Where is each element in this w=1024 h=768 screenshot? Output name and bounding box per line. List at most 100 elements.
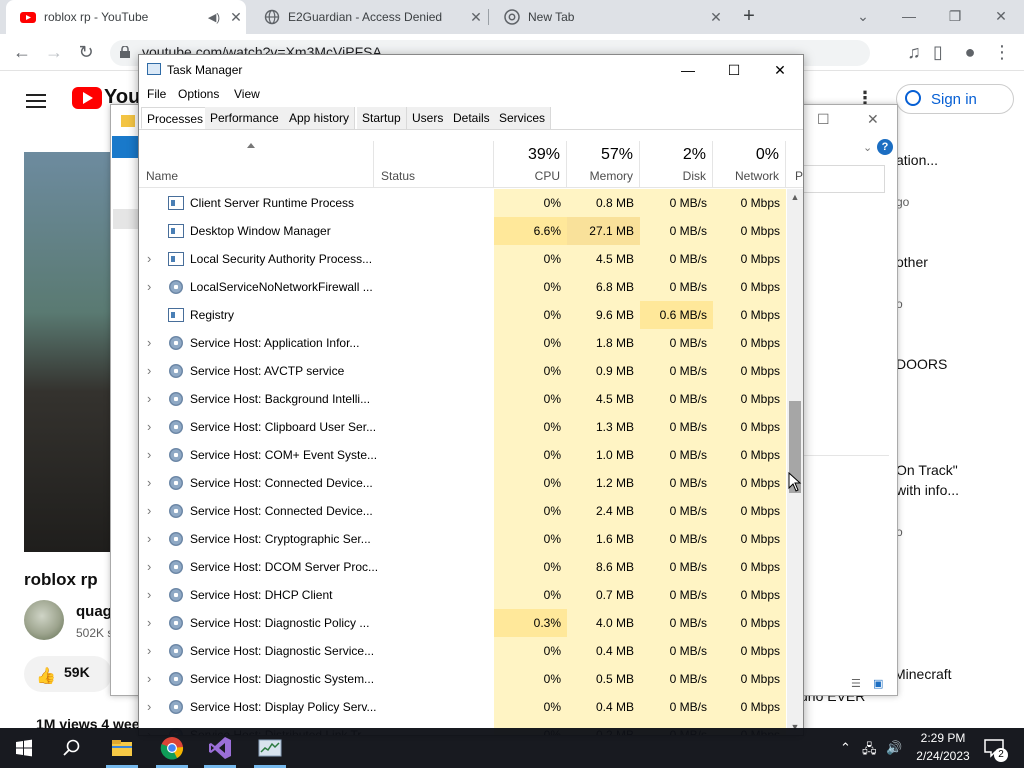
expand-chevron-icon[interactable]: › bbox=[147, 609, 151, 636]
expand-chevron-icon[interactable]: › bbox=[147, 329, 151, 356]
process-row[interactable]: › Service Host: DHCP Client 0% 0.7 MB 0 MB/s… bbox=[139, 581, 787, 609]
related-video-title[interactable]: ation... bbox=[896, 152, 938, 168]
process-row[interactable]: › Service Host: Background Intelli... 0% 4.… bbox=[139, 385, 787, 413]
expand-chevron-icon[interactable]: › bbox=[147, 637, 151, 664]
related-video-title[interactable]: with info... bbox=[896, 482, 959, 498]
close-icon[interactable]: ✕ bbox=[867, 111, 879, 128]
process-row[interactable]: › Service Host: Cryptographic Ser... 0% 1.6… bbox=[139, 525, 787, 553]
new-tab-button[interactable]: + bbox=[738, 6, 760, 28]
expand-chevron-icon[interactable]: › bbox=[147, 273, 151, 300]
maximize-button[interactable]: ☐ bbox=[719, 59, 749, 81]
process-row[interactable]: › Service Host: DCOM Server Proc... 0% 8.6 … bbox=[139, 553, 787, 581]
expand-chevron-icon[interactable]: › bbox=[147, 665, 151, 692]
tab-startup[interactable]: Startup bbox=[357, 107, 407, 129]
video-player[interactable] bbox=[24, 152, 112, 552]
related-video-title[interactable]: Minecraft bbox=[894, 666, 952, 682]
expand-chevron-icon[interactable]: › bbox=[147, 553, 151, 580]
nav-pane-item[interactable] bbox=[113, 209, 139, 229]
process-row[interactable]: › Service Host: Diagnostic Service... 0% 0.… bbox=[139, 637, 787, 665]
profile-icon[interactable]: ● bbox=[960, 42, 980, 62]
forward-arrow-icon[interactable]: → bbox=[44, 42, 64, 62]
task-manager-window[interactable]: Task Manager — ☐ ✕ File Options View Pro… bbox=[138, 54, 804, 736]
chrome-menu-icon[interactable]: ⋮ bbox=[992, 42, 1012, 62]
column-name[interactable]: Name bbox=[139, 141, 374, 187]
details-view-icon[interactable]: ☰ bbox=[851, 677, 861, 690]
tab-users[interactable]: Users bbox=[407, 107, 450, 129]
channel-name[interactable]: quag bbox=[76, 603, 112, 620]
maximize-icon[interactable]: ☐ bbox=[817, 111, 830, 128]
tab-performance[interactable]: Performance bbox=[205, 107, 285, 129]
menu-view[interactable]: View bbox=[234, 87, 260, 101]
related-video-title[interactable]: other bbox=[896, 254, 928, 270]
process-row[interactable]: › Service Host: Diagnostic Policy ... 0.3%… bbox=[139, 609, 787, 637]
search-icon[interactable] bbox=[58, 734, 86, 762]
large-icons-view-icon[interactable]: ▣ bbox=[873, 677, 883, 690]
volume-icon[interactable]: 🔊 bbox=[886, 740, 902, 756]
process-row[interactable]: Client Server Runtime Process 0% 0.8 MB 0 M… bbox=[139, 189, 787, 217]
process-row[interactable]: › LocalServiceNoNetworkFirewall ... 0% 6.8 … bbox=[139, 273, 787, 301]
expand-chevron-icon[interactable]: › bbox=[147, 525, 151, 552]
process-row[interactable]: › Service Host: AVCTP service 0% 0.9 MB 0 MB… bbox=[139, 357, 787, 385]
expand-chevron-icon[interactable]: › bbox=[147, 469, 151, 496]
tab-processes[interactable]: Processes bbox=[141, 107, 210, 129]
column-disk[interactable]: 2% Disk bbox=[640, 141, 713, 187]
reload-icon[interactable]: ↻ bbox=[76, 42, 96, 62]
minimize-button[interactable]: — bbox=[673, 59, 703, 81]
column-network[interactable]: 0% Network bbox=[713, 141, 786, 187]
tab-close-icon[interactable]: ✕ bbox=[706, 9, 726, 26]
tab-services[interactable]: Services bbox=[494, 107, 552, 129]
menu-options[interactable]: Options bbox=[178, 87, 219, 101]
chrome-icon[interactable] bbox=[158, 734, 186, 762]
process-row[interactable]: › Service Host: Clipboard User Ser... 0% 1.… bbox=[139, 413, 787, 441]
related-video-title[interactable]: DOORS bbox=[896, 356, 947, 372]
show-hidden-icons-chevron-icon[interactable]: ⌃ bbox=[840, 740, 851, 756]
expand-chevron-icon[interactable]: › bbox=[147, 385, 151, 412]
process-row[interactable]: Desktop Window Manager 6.6% 27.1 MB 0 MB/s 0… bbox=[139, 217, 787, 245]
windows-start-icon[interactable] bbox=[10, 734, 38, 762]
help-icon[interactable]: ? bbox=[877, 139, 893, 155]
process-row[interactable]: Registry 0% 9.6 MB 0.6 MB/s 0 Mbps bbox=[139, 301, 787, 329]
tab-e2guardian[interactable]: E2Guardian - Access Denied ✕ bbox=[250, 0, 486, 34]
expand-chevron-icon[interactable]: › bbox=[147, 245, 151, 272]
process-row[interactable]: › Service Host: Application Infor... 0% 1.8… bbox=[139, 329, 787, 357]
side-panel-icon[interactable]: ▯ bbox=[928, 42, 948, 62]
tab-details[interactable]: Details bbox=[448, 107, 496, 129]
close-button[interactable]: ✕ bbox=[765, 59, 795, 81]
menu-file[interactable]: File bbox=[147, 87, 166, 101]
process-row[interactable]: › Service Host: Diagnostic System... 0% 0.5… bbox=[139, 665, 787, 693]
process-row[interactable]: › Service Host: Connected Device... 0% 1.2 … bbox=[139, 469, 787, 497]
channel-avatar[interactable] bbox=[24, 600, 64, 640]
tab-youtube[interactable]: roblox rp - YouTube ◀) ✕ bbox=[6, 0, 246, 34]
tab-new-tab[interactable]: New Tab ✕ bbox=[490, 0, 726, 34]
process-row[interactable]: › Service Host: COM+ Event Syste... 0% 1.0 … bbox=[139, 441, 787, 469]
search-input[interactable] bbox=[803, 165, 885, 193]
hamburger-menu-icon[interactable] bbox=[26, 90, 46, 112]
expand-chevron-icon[interactable]: › bbox=[147, 441, 151, 468]
file-ribbon-tab[interactable] bbox=[112, 136, 140, 158]
column-memory[interactable]: 57% Memory bbox=[567, 141, 640, 187]
visual-studio-icon[interactable] bbox=[206, 734, 234, 762]
tab-close-icon[interactable]: ✕ bbox=[466, 9, 486, 26]
process-row[interactable]: › Local Security Authority Process... 0% 4.… bbox=[139, 245, 787, 273]
tab-app-history[interactable]: App history bbox=[284, 107, 356, 129]
process-row[interactable]: › Service Host: Display Policy Serv... 0% 0… bbox=[139, 693, 787, 721]
network-icon[interactable]: 🖧 bbox=[862, 740, 877, 762]
chevron-down-icon[interactable]: ⌄ bbox=[863, 141, 872, 154]
clock-time[interactable]: 2:29 PM bbox=[912, 731, 974, 745]
process-row[interactable]: › Service Host: Connected Device... 0% 2.4 … bbox=[139, 497, 787, 525]
expand-chevron-icon[interactable]: › bbox=[147, 581, 151, 608]
expand-chevron-icon[interactable]: › bbox=[147, 413, 151, 440]
column-status[interactable]: Status bbox=[374, 141, 494, 187]
task-manager-icon[interactable] bbox=[256, 734, 284, 762]
speaker-icon[interactable]: ◀) bbox=[208, 11, 220, 24]
related-video-title[interactable]: On Track" bbox=[896, 462, 958, 478]
tab-close-icon[interactable]: ✕ bbox=[226, 9, 246, 26]
column-power[interactable]: P bbox=[786, 141, 803, 187]
file-explorer-icon[interactable] bbox=[108, 734, 136, 762]
sign-in-button[interactable]: Sign in bbox=[896, 84, 1014, 114]
minimize-button[interactable]: — bbox=[894, 4, 924, 28]
expand-chevron-icon[interactable]: › bbox=[147, 693, 151, 720]
restore-button[interactable]: ❐ bbox=[940, 4, 970, 28]
back-arrow-icon[interactable]: ← bbox=[12, 42, 32, 62]
column-cpu[interactable]: 39% CPU bbox=[494, 141, 567, 187]
